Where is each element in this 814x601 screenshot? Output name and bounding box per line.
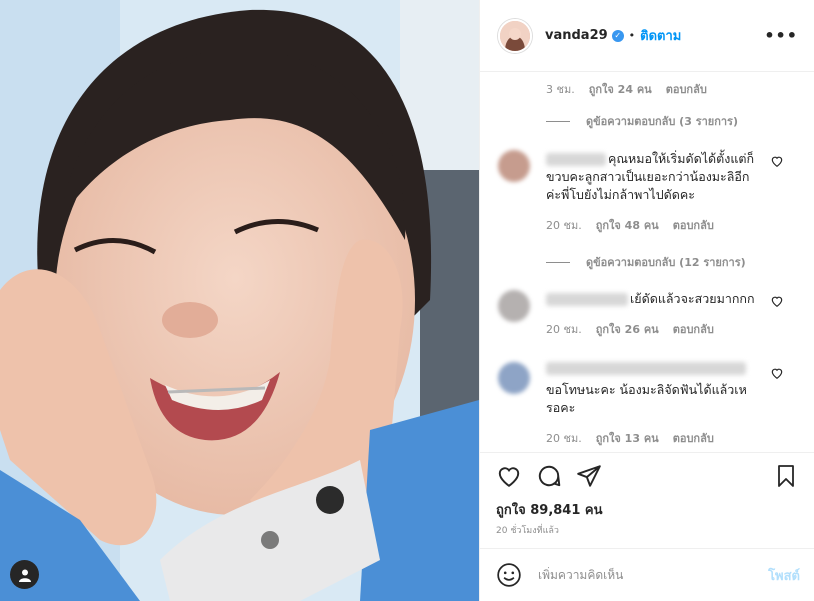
commenter-name-blurred[interactable] — [546, 153, 606, 166]
emoji-icon[interactable] — [496, 562, 522, 588]
post-comment-button[interactable]: โพสต์ — [768, 565, 800, 586]
tagged-user-icon[interactable] — [10, 560, 39, 589]
more-horizontal-icon[interactable]: ••• — [764, 26, 798, 45]
post-header: vanda29 ✓ • ติดตาม ••• — [480, 0, 814, 72]
post-actions: ถูกใจ 89,841 คน 20 ชั่วโมงที่แล้ว — [480, 452, 814, 549]
comment-time: 20 ชม. — [546, 432, 582, 445]
comment-body: ขอโทษนะคะ น้องมะลิจัดฟันได้แล้วเหรอคะ — [546, 362, 756, 417]
post-timestamp[interactable]: 20 ชั่วโมงที่แล้ว — [496, 523, 559, 537]
view-replies-label: ดูข้อความตอบกลับ (3 รายการ) — [586, 115, 738, 128]
reply-button[interactable]: ตอบกลับ — [673, 429, 714, 447]
comment-likes[interactable]: ถูกใจ 26 คน — [596, 320, 659, 338]
verified-badge-icon: ✓ — [611, 29, 624, 42]
comment-likes[interactable]: ถูกใจ 48 คน — [596, 216, 659, 234]
author-avatar[interactable] — [498, 18, 532, 53]
post-photo[interactable] — [0, 0, 479, 601]
commenter-avatar[interactable] — [498, 290, 530, 322]
post-image — [0, 0, 479, 601]
comment-meta: 20 ชม. ถูกใจ 48 คน ตอบกลับ — [546, 216, 798, 234]
commenter-name-blurred[interactable] — [546, 362, 746, 375]
reply-button[interactable]: ตอบกลับ — [666, 80, 707, 98]
person-icon — [18, 569, 31, 582]
follow-button[interactable]: ติดตาม — [640, 25, 681, 46]
like-comment-heart-icon[interactable] — [770, 366, 784, 380]
like-comment-heart-icon[interactable] — [770, 294, 784, 308]
share-paper-plane-icon[interactable] — [576, 463, 602, 489]
reply-button[interactable]: ตอบกลับ — [673, 320, 714, 338]
comments-list[interactable]: 3 ชม. ถูกใจ 24 คน ตอบกลับ ดูข้อความตอบกล… — [480, 72, 814, 452]
comment-body: เย้ดัดแล้วจะสวยมากกก — [546, 290, 756, 308]
comment-likes[interactable]: ถูกใจ 13 คน — [596, 429, 659, 447]
divider-line — [546, 120, 570, 122]
avatar-image — [500, 20, 530, 51]
likes-count[interactable]: ถูกใจ 89,841 คน — [496, 499, 603, 520]
comment-text: ขอโทษนะคะ น้องมะลิจัดฟันได้แล้วเหรอคะ — [546, 382, 747, 415]
post-side-panel: vanda29 ✓ • ติดตาม ••• 3 ชม. ถูกใจ 24 คน… — [479, 0, 814, 601]
like-comment-heart-icon[interactable] — [770, 154, 784, 168]
like-heart-icon[interactable] — [496, 463, 522, 489]
view-replies-button[interactable]: ดูข้อความตอบกลับ (12 รายการ) — [546, 253, 746, 271]
comment-meta: 20 ชม. ถูกใจ 26 คน ตอบกลับ — [546, 320, 798, 338]
separator-dot: • — [628, 29, 636, 42]
commenter-avatar[interactable] — [498, 150, 530, 182]
divider-line — [546, 261, 570, 263]
view-replies-button[interactable]: ดูข้อความตอบกลับ (3 รายการ) — [546, 112, 738, 130]
comment-time: 20 ชม. — [546, 323, 582, 336]
author-username[interactable]: vanda29 — [545, 28, 608, 43]
comment-item: ขอโทษนะคะ น้องมะลิจัดฟันได้แล้วเหรอคะ 20… — [498, 362, 798, 447]
comment-time: 3 ชม. — [546, 83, 575, 96]
commenter-avatar[interactable] — [498, 362, 530, 394]
comment-text: เย้ดัดแล้วจะสวยมากกก — [630, 291, 755, 306]
add-comment-bar: โพสต์ — [480, 548, 814, 601]
comment-body: คุณหมอให้เริ่มดัดได้ตั้งแต่ก็ขวบคะลูกสาว… — [546, 150, 756, 204]
commenter-name-blurred[interactable] — [546, 293, 628, 306]
reply-button[interactable]: ตอบกลับ — [673, 216, 714, 234]
view-replies-label: ดูข้อความตอบกลับ (12 รายการ) — [586, 256, 746, 269]
comment-meta: 20 ชม. ถูกใจ 13 คน ตอบกลับ — [546, 429, 798, 447]
comment-time: 20 ชม. — [546, 219, 582, 232]
comment-item: คุณหมอให้เริ่มดัดได้ตั้งแต่ก็ขวบคะลูกสาว… — [498, 150, 798, 234]
comment-bubble-icon[interactable] — [536, 463, 562, 489]
save-bookmark-icon[interactable] — [774, 463, 798, 489]
comment-input[interactable] — [536, 567, 769, 583]
comment-meta: 3 ชม. ถูกใจ 24 คน ตอบกลับ — [546, 80, 707, 98]
comment-likes[interactable]: ถูกใจ 24 คน — [589, 80, 652, 98]
action-icon-row — [496, 463, 798, 491]
comment-item: เย้ดัดแล้วจะสวยมากกก 20 ชม. ถูกใจ 26 คน … — [498, 290, 798, 338]
